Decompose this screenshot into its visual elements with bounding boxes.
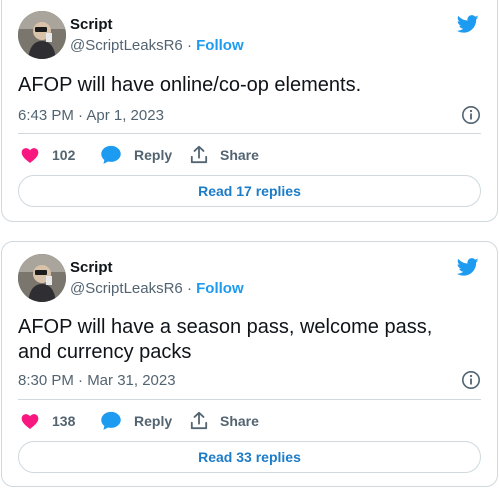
like-button[interactable]: 138 — [20, 409, 75, 433]
share-button[interactable]: Share — [190, 409, 259, 433]
author-name[interactable]: Script — [70, 16, 113, 33]
author-name[interactable]: Script — [70, 259, 113, 276]
avatar[interactable] — [18, 11, 66, 59]
share-label: Share — [220, 413, 259, 429]
tweet-card-2[interactable]: Script @ScriptLeaksR6 · Follow AFOP will… — [1, 241, 498, 487]
reply-label: Reply — [134, 413, 173, 429]
tweet-text: AFOP will have a season pass, welcome pa… — [18, 316, 433, 363]
reply-bubble-icon — [101, 411, 121, 430]
like-count: 102 — [52, 147, 76, 163]
author-handle[interactable]: @ScriptLeaksR6 — [70, 280, 183, 297]
tweet-timestamp[interactable]: 6:43 PM · Apr 1, 2023 — [18, 107, 164, 124]
share-button[interactable]: Share — [190, 143, 259, 167]
share-icon — [190, 145, 208, 164]
separator-dot: · — [186, 37, 197, 54]
handle-row: @ScriptLeaksR6 · Follow — [70, 37, 244, 54]
info-icon[interactable] — [461, 370, 481, 390]
action-bar: 102 Reply Share — [20, 143, 481, 167]
tweet-card-1[interactable]: Script @ScriptLeaksR6 · Follow AFOP will… — [1, 0, 498, 222]
divider — [18, 133, 481, 134]
read-replies-button[interactable]: Read 33 replies — [18, 441, 481, 473]
follow-button[interactable]: Follow — [196, 37, 244, 54]
author-handle[interactable]: @ScriptLeaksR6 — [70, 37, 183, 54]
tweet-timestamp[interactable]: 8:30 PM · Mar 31, 2023 — [18, 372, 176, 389]
tweet-header: Script @ScriptLeaksR6 · Follow — [18, 254, 481, 304]
action-bar: 138 Reply Share — [20, 409, 481, 433]
heart-icon — [21, 414, 39, 429]
reply-bubble-icon — [101, 145, 121, 164]
info-icon[interactable] — [461, 105, 481, 125]
follow-button[interactable]: Follow — [196, 280, 244, 297]
heart-icon — [21, 148, 39, 163]
like-button[interactable]: 102 — [20, 143, 75, 167]
tweet-header: Script @ScriptLeaksR6 · Follow — [18, 11, 481, 61]
like-count: 138 — [52, 413, 76, 429]
avatar[interactable] — [18, 254, 66, 302]
share-icon — [190, 411, 208, 430]
reply-button[interactable]: Reply — [100, 409, 172, 433]
twitter-bird-icon[interactable] — [455, 13, 481, 35]
handle-row: @ScriptLeaksR6 · Follow — [70, 280, 244, 297]
divider — [18, 399, 481, 400]
reply-label: Reply — [134, 147, 173, 163]
reply-button[interactable]: Reply — [100, 143, 172, 167]
read-replies-button[interactable]: Read 17 replies — [18, 175, 481, 207]
share-label: Share — [220, 147, 259, 163]
separator-dot: · — [186, 280, 197, 297]
twitter-bird-icon[interactable] — [455, 256, 481, 278]
tweet-text: AFOP will have online/co-op elements. — [18, 74, 362, 96]
